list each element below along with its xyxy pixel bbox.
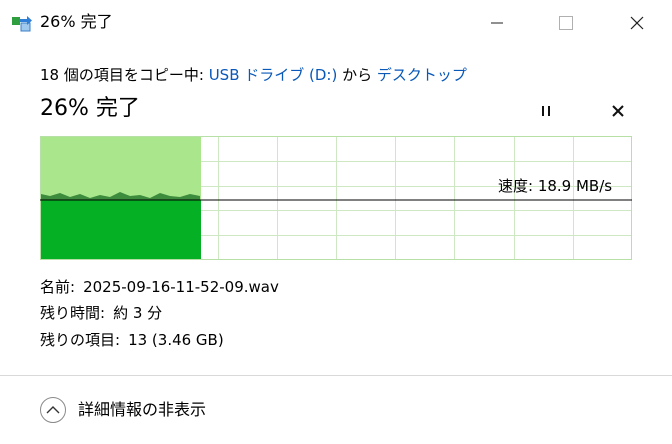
copy-description: 18 個の項目をコピー中: USB ドライブ (D:) から デスクトップ: [40, 64, 467, 86]
progress-fill-light: [41, 137, 201, 201]
progress-fill-dark: [41, 200, 201, 259]
speed-label: 速度: 18.9 MB/s: [498, 177, 613, 195]
maximize-icon: [559, 16, 573, 30]
time-value: 約 3 分: [113, 304, 163, 322]
pause-button[interactable]: [532, 97, 560, 125]
detail-name: 名前: 2025-09-16-11-52-09.wav: [40, 276, 279, 298]
detail-time-remaining: 残り時間: 約 3 分: [40, 302, 162, 324]
copy-prefix: 18 個の項目をコピー中:: [40, 66, 209, 84]
detail-items-remaining: 残りの項目: 13 (3.46 GB): [40, 329, 224, 351]
name-label: 名前:: [40, 278, 76, 296]
details-toggle-label: 詳細情報の非表示: [78, 400, 207, 419]
footer-divider: [0, 375, 672, 376]
items-label: 残りの項目:: [40, 331, 121, 349]
name-value: 2025-09-16-11-52-09.wav: [83, 278, 279, 296]
minimize-icon: [491, 22, 503, 24]
file-copy-icon: [12, 16, 32, 32]
source-link[interactable]: USB ドライブ (D:): [209, 66, 338, 84]
cancel-button[interactable]: [604, 97, 632, 125]
chevron-up-icon: [40, 397, 66, 423]
window-title: 26% 完了: [40, 12, 113, 31]
copy-progress-window: 26% 完了 18 個の項目をコピー中: USB ドライブ (D:) から デス…: [0, 0, 672, 444]
pause-icon: [542, 106, 550, 116]
copy-middle: から: [337, 66, 377, 84]
items-value: 13 (3.46 GB): [128, 331, 224, 349]
cancel-icon: [612, 105, 624, 117]
maximize-button[interactable]: [543, 0, 589, 46]
transfer-speed-graph: [40, 136, 632, 260]
close-button[interactable]: [614, 0, 660, 46]
title-bar: 26% 完了: [0, 0, 672, 46]
details-toggle[interactable]: 詳細情報の非表示: [40, 396, 206, 424]
progress-heading: 26% 完了: [40, 96, 140, 121]
destination-link[interactable]: デスクトップ: [377, 66, 467, 84]
close-icon: [630, 16, 644, 30]
time-label: 残り時間:: [40, 304, 106, 322]
minimize-button[interactable]: [474, 0, 520, 46]
